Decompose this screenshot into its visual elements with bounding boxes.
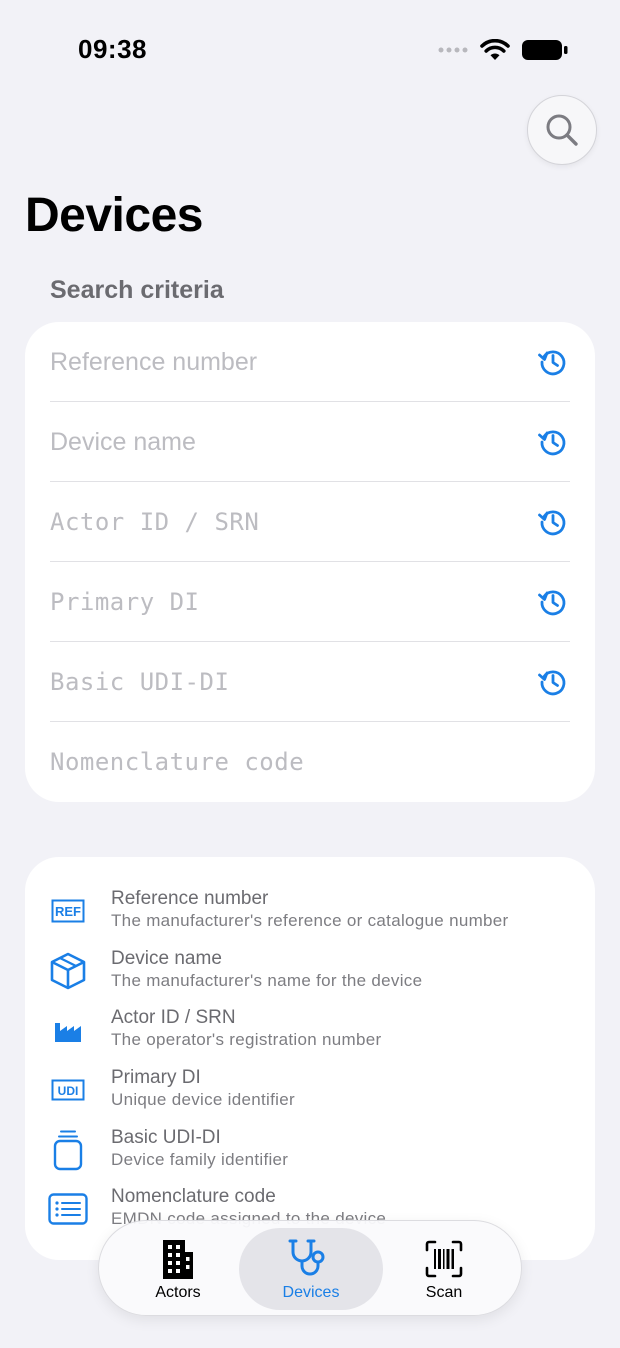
list-icon: [48, 1193, 88, 1226]
help-title: Primary DI: [111, 1067, 201, 1089]
udi-icon: UDI: [51, 1079, 85, 1101]
battery-icon: [522, 40, 568, 60]
primary-di-history-button[interactable]: [536, 585, 570, 619]
help-title: Actor ID / SRN: [111, 1007, 236, 1029]
search-icon: [546, 114, 578, 146]
history-icon: [538, 590, 566, 616]
status-bar: 09:38: [0, 0, 620, 100]
history-icon: [538, 510, 566, 536]
help-description: The manufacturer's reference or catalogu…: [111, 911, 509, 930]
help-title: Reference number: [111, 888, 269, 909]
actor-id-row: [25, 482, 595, 562]
basic-udi-di-row: [25, 642, 595, 722]
cellular-signal-icon: [438, 47, 468, 53]
container-icon: [53, 1130, 83, 1170]
help-title: Device name: [111, 947, 222, 969]
field-help-list: REF Reference number The manufacturer's …: [25, 884, 595, 1242]
history-icon: [538, 670, 566, 696]
tab-label: Devices: [282, 1284, 340, 1301]
search-criteria-form: [25, 322, 595, 802]
help-item-reference-number: REF Reference number The manufacturer's …: [25, 884, 595, 944]
primary-di-row: [25, 562, 595, 642]
help-title: Nomenclature code: [111, 1186, 276, 1208]
nomenclature-code-row: [25, 722, 595, 802]
actor-id-history-button[interactable]: [536, 505, 570, 539]
help-item-actor-id: Actor ID / SRN The operator's registrati…: [25, 1003, 595, 1063]
tab-label: Actors: [155, 1284, 201, 1301]
tab-scan[interactable]: Scan: [372, 1228, 516, 1310]
help-item-basic-udi-di: Basic UDI-DI Device family identifier: [25, 1123, 595, 1183]
factory-icon: [55, 1023, 81, 1043]
barcode-scan-icon: [425, 1240, 463, 1278]
help-description: Unique device identifier: [111, 1090, 295, 1110]
field-help-card: REF Reference number The manufacturer's …: [25, 857, 595, 1260]
svg-text:UDI: UDI: [58, 1084, 79, 1098]
reference-number-row: [25, 322, 595, 402]
history-icon: [538, 350, 566, 376]
box-icon: [50, 952, 86, 989]
basic-udi-di-input[interactable]: [50, 662, 536, 702]
search-button[interactable]: [527, 95, 597, 165]
help-description: The operator's registration number: [111, 1030, 382, 1050]
primary-di-input[interactable]: [50, 582, 536, 622]
nomenclature-code-input[interactable]: [50, 742, 570, 782]
help-title: Basic UDI-DI: [111, 1126, 221, 1148]
device-name-input[interactable]: [50, 422, 536, 462]
help-item-primary-di: UDI Primary DI Unique device identifier: [25, 1063, 595, 1123]
reference-number-history-button[interactable]: [536, 345, 570, 379]
basic-udi-di-history-button[interactable]: [536, 665, 570, 699]
tab-actors[interactable]: Actors: [106, 1228, 250, 1310]
status-icons: [438, 36, 568, 64]
help-item-device-name: Device name The manufacturer's name for …: [25, 944, 595, 1004]
reference-number-input[interactable]: [50, 342, 536, 382]
section-label: Search criteria: [50, 276, 224, 304]
help-description: The manufacturer's name for the device: [111, 970, 423, 990]
help-description: Device family identifier: [111, 1149, 289, 1169]
history-icon: [538, 430, 566, 456]
building-icon: [163, 1240, 193, 1279]
stethoscope-icon: [288, 1239, 325, 1276]
tab-label: Scan: [425, 1284, 463, 1301]
ref-icon: REF: [51, 899, 85, 923]
wifi-icon: [480, 39, 510, 60]
status-time: 09:38: [78, 34, 147, 64]
device-name-row: [25, 402, 595, 482]
page-title: Devices: [25, 189, 203, 242]
device-name-history-button[interactable]: [536, 425, 570, 459]
tab-bar: Actors Devices Scan: [98, 1220, 522, 1316]
tab-devices[interactable]: Devices: [239, 1228, 383, 1310]
actor-id-input[interactable]: [50, 502, 536, 542]
svg-text:REF: REF: [55, 904, 81, 919]
